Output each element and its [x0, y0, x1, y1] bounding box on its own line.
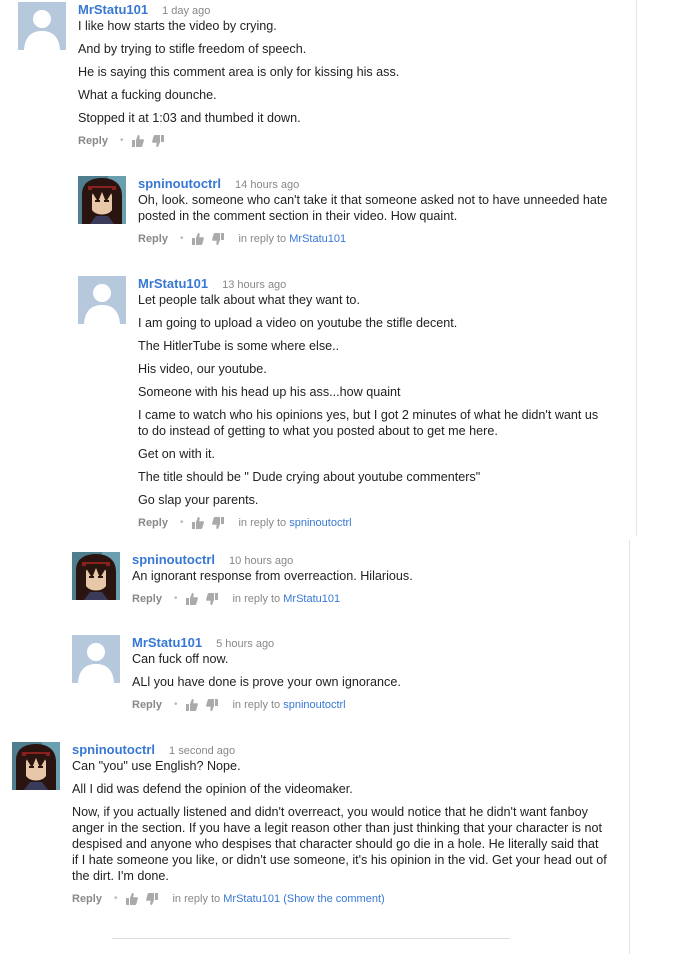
thread-line [629, 540, 630, 954]
thumbs-up-icon[interactable] [132, 135, 144, 147]
thumbs-up-icon[interactable] [186, 699, 198, 711]
thumbs-down-icon[interactable] [212, 233, 224, 245]
comment-author[interactable]: spninoutoctrl [132, 552, 215, 567]
reply-button[interactable]: Reply [132, 593, 162, 605]
comment-text: An ignorant response from overreaction. … [132, 569, 413, 583]
thumbs-up-icon[interactable] [186, 593, 198, 605]
comment-text: Let people talk about what they want to.… [138, 293, 599, 507]
comment-text: I like how starts the video by crying. A… [78, 19, 400, 125]
thumbs-up-icon[interactable] [126, 893, 138, 905]
thumbs-down-icon[interactable] [206, 593, 218, 605]
comment-time[interactable]: 5 hours ago [216, 638, 274, 650]
reply-button[interactable]: Reply [78, 135, 108, 147]
comment-text: Oh, look. someone who can't take it that… [138, 193, 608, 223]
comment-author[interactable]: spninoutoctrl [72, 742, 155, 757]
user-avatar[interactable] [78, 276, 126, 324]
in-reply-to-link[interactable]: spninoutoctrl [289, 517, 351, 529]
comment-time[interactable]: 1 second ago [169, 745, 235, 757]
default-user-icon [18, 2, 66, 50]
comment-time[interactable]: 1 day ago [162, 5, 210, 17]
comment-actions: Reply • in reply to MrStatu101 (Show the c… [72, 893, 385, 905]
in-reply-to-link[interactable]: MrStatu101 [283, 593, 340, 605]
reply-button[interactable]: Reply [72, 893, 102, 905]
in-reply-to-link[interactable]: spninoutoctrl [283, 699, 345, 711]
reply-button[interactable]: Reply [138, 517, 168, 529]
thumbs-down-icon[interactable] [146, 893, 158, 905]
show-comment-link[interactable]: (Show the comment) [283, 893, 384, 905]
comment-author[interactable]: spninoutoctrl [138, 176, 221, 191]
thumbs-down-icon[interactable] [212, 517, 224, 529]
default-user-icon [72, 635, 120, 683]
anime-character-avatar-icon [12, 742, 60, 790]
thumbs-down-icon[interactable] [152, 135, 164, 147]
comment-actions: Reply • in reply to MrStatu101 [132, 593, 341, 605]
in-reply-to-link[interactable]: MrStatu101 [289, 233, 346, 245]
default-user-icon [78, 276, 126, 324]
user-avatar[interactable] [72, 552, 120, 600]
thumbs-up-icon[interactable] [192, 233, 204, 245]
comment-text: Can "you" use English? Nope. All I did w… [72, 759, 607, 883]
reply-button[interactable]: Reply [138, 233, 168, 245]
comment-author[interactable]: MrStatu101 [138, 276, 208, 291]
comment-actions: Reply • in reply to spninoutoctrl [132, 699, 346, 711]
thumbs-down-icon[interactable] [206, 699, 218, 711]
comment-time[interactable]: 13 hours ago [222, 279, 286, 291]
user-avatar[interactable] [78, 176, 126, 224]
user-avatar[interactable] [12, 742, 60, 790]
comment-author[interactable]: MrStatu101 [132, 635, 202, 650]
comment-time[interactable]: 10 hours ago [229, 555, 293, 567]
in-reply-to-link[interactable]: MrStatu101 [223, 893, 280, 905]
comment-time[interactable]: 14 hours ago [235, 179, 299, 191]
divider [112, 938, 510, 939]
anime-character-avatar-icon [72, 552, 120, 600]
reply-button[interactable]: Reply [132, 699, 162, 711]
user-avatar[interactable] [72, 635, 120, 683]
user-avatar[interactable] [18, 2, 66, 50]
comment-author[interactable]: MrStatu101 [78, 2, 148, 17]
comment-actions: Reply • in reply to MrStatu101 [138, 233, 347, 245]
comment-actions: Reply • in reply to spninoutoctrl [138, 517, 352, 529]
comment-text: Can fuck off now. ALl you have done is p… [132, 652, 401, 689]
comment-actions: Reply • [78, 134, 618, 148]
thread-line [636, 0, 637, 536]
anime-character-avatar-icon [78, 176, 126, 224]
thumbs-up-icon[interactable] [192, 517, 204, 529]
